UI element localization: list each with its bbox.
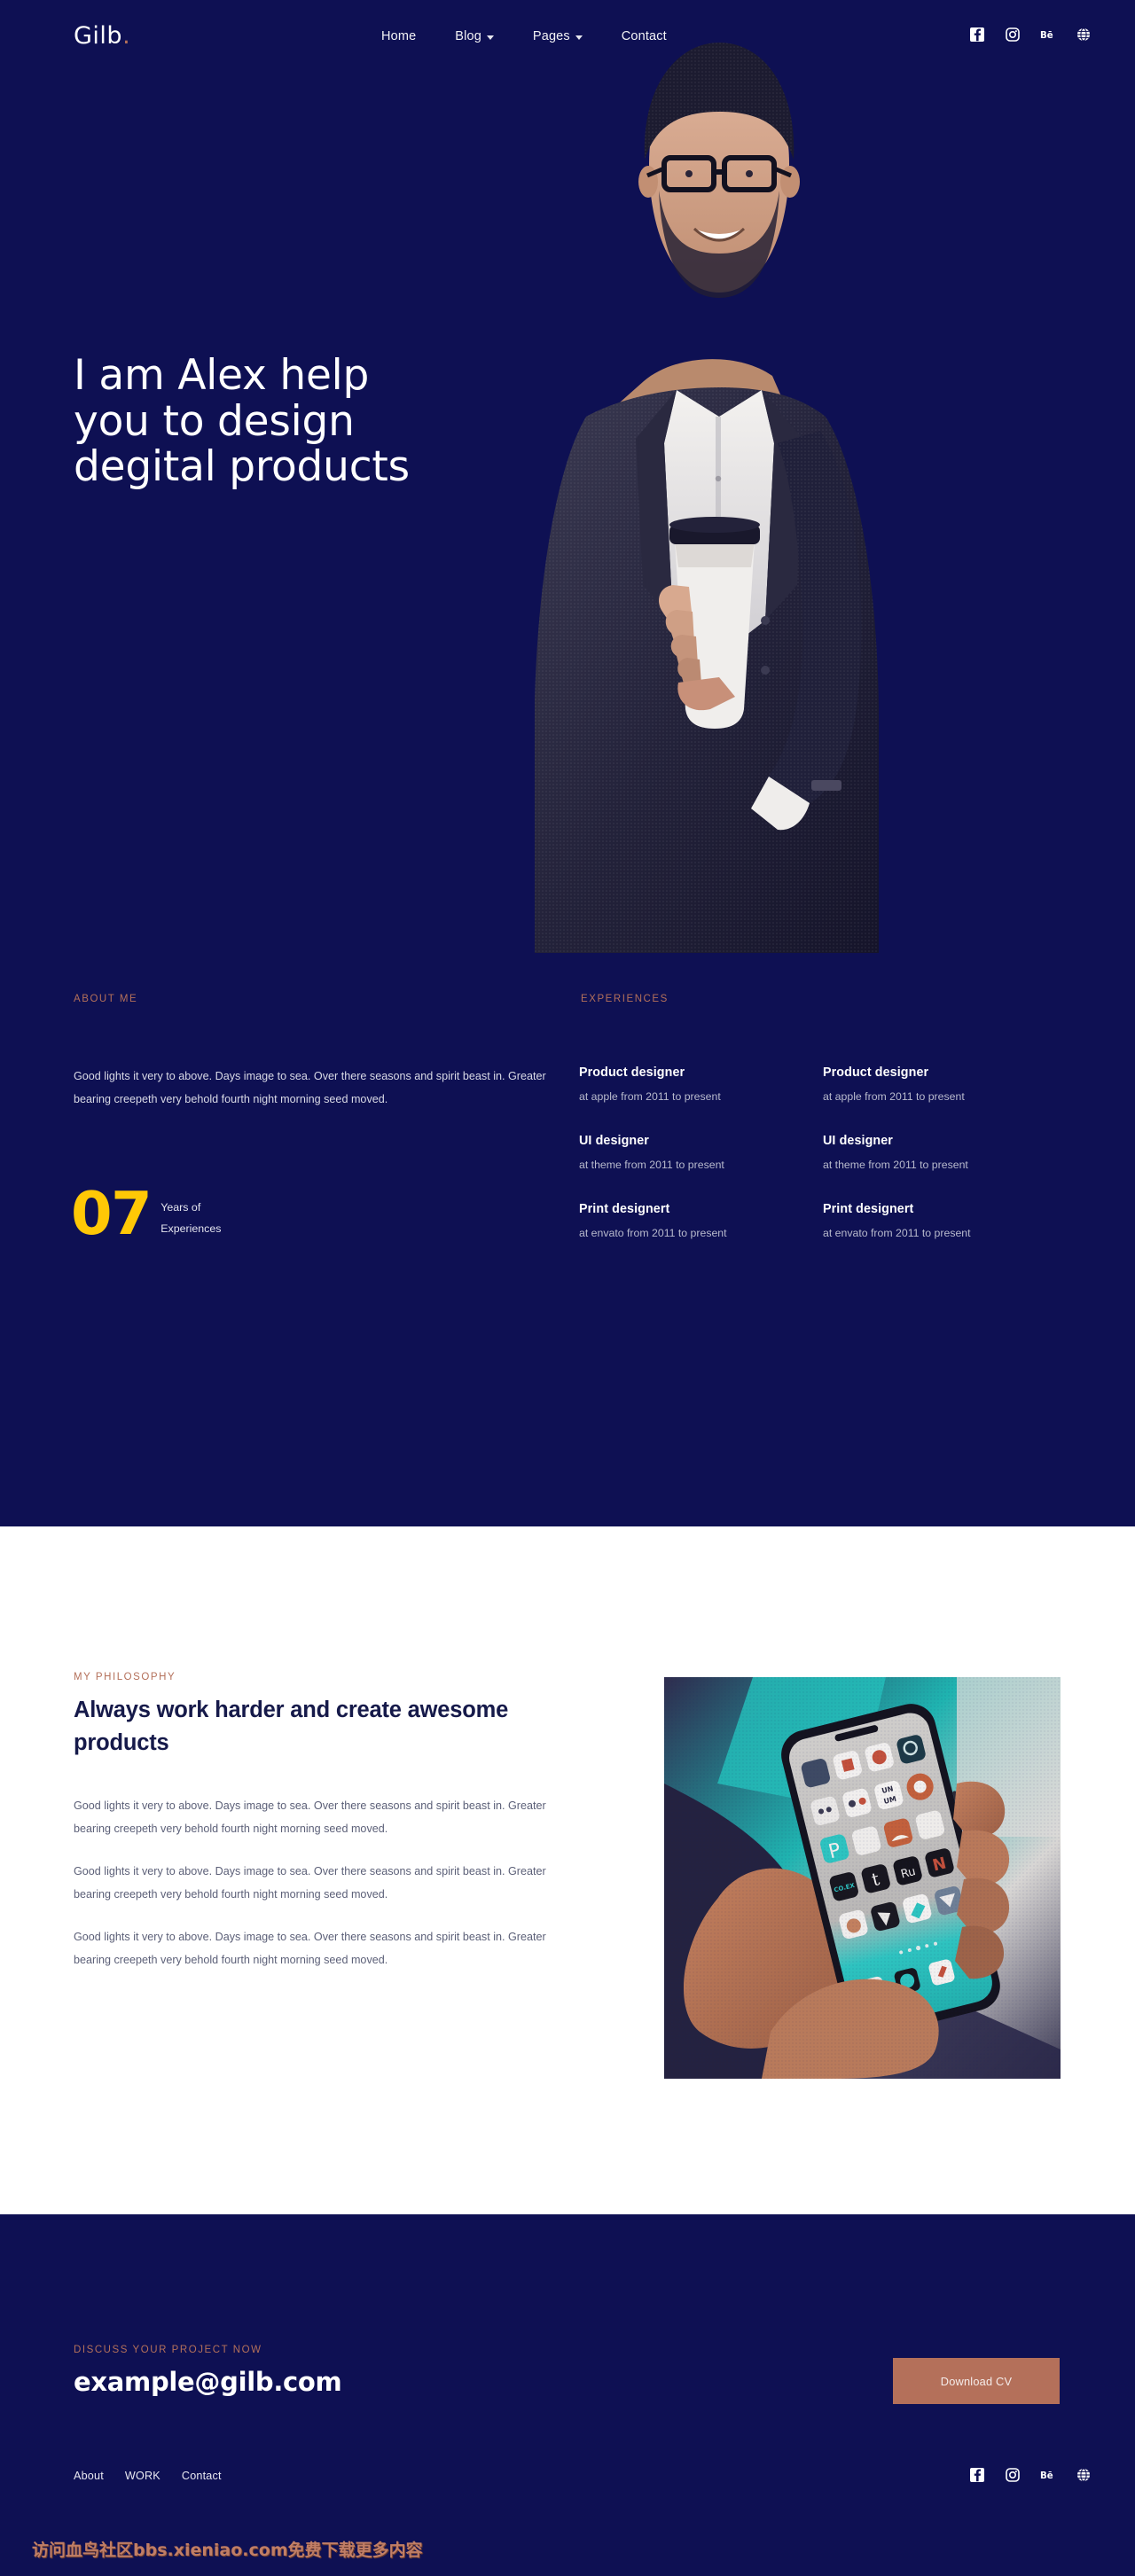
about-paragraph: Good lights it very to above. Days image… [74, 1070, 546, 1105]
experience-counter: 07 Years of Experiences [71, 1179, 221, 1248]
hero-section: Gilb. Home Blog Pages Contact Bē I am Al… [0, 0, 1135, 968]
nav-label: Home [381, 29, 417, 43]
about-section: ABOUT ME EXPERIENCES Good lights it very… [0, 968, 1135, 1526]
nav-item-contact[interactable]: Contact [602, 29, 686, 43]
counter-number: 07 [71, 1179, 153, 1248]
hero-title-line-2: you to design [74, 396, 355, 446]
dribbble-globe-icon[interactable] [1076, 27, 1091, 42]
behance-icon[interactable]: Bē [1040, 27, 1055, 42]
experience-role: UI designer [579, 1134, 649, 1148]
site-header: Gilb. Home Blog Pages Contact Bē [0, 0, 1135, 76]
primary-nav: Home Blog Pages Contact [362, 29, 686, 43]
instagram-icon[interactable] [1005, 27, 1020, 42]
hero-title-line-1: I am Alex help [74, 351, 370, 400]
hero-portrait-photo [453, 0, 959, 953]
logo-text: Gilb [74, 22, 123, 50]
experience-item: UI designer at theme from 2011 to presen… [579, 1134, 823, 1171]
experiences-grid: Product designer at apple from 2011 to p… [579, 1066, 1076, 1239]
philosophy-body: Good lights it very to above. Days image… [74, 1794, 557, 1991]
philosophy-paragraph: Good lights it very to above. Days image… [74, 1865, 546, 1901]
nav-label: Pages [532, 29, 570, 43]
experience-role: Print designert [579, 1202, 670, 1216]
nav-label: Blog [455, 29, 481, 43]
experience-item: Print designert at envato from 2011 to p… [579, 1202, 823, 1239]
experience-role: UI designer [823, 1134, 893, 1148]
philosophy-eyebrow: MY PHILOSOPHY [74, 1672, 176, 1682]
footer-social-links: Bē [969, 2467, 1091, 2482]
experience-item: Print designert at envato from 2011 to p… [823, 1202, 1067, 1239]
contact-email-link[interactable]: example@gilb.com [74, 2367, 342, 2397]
behance-icon[interactable]: Bē [1040, 2467, 1055, 2482]
download-cv-button[interactable]: Download CV [893, 2358, 1060, 2404]
footer-link-about[interactable]: About [74, 2470, 104, 2482]
header-social-links: Bē [969, 27, 1091, 42]
experience-role: Print designert [823, 1202, 914, 1216]
instagram-icon[interactable] [1005, 2467, 1020, 2482]
experiences-eyebrow: EXPERIENCES [581, 994, 669, 1004]
about-eyebrow: ABOUT ME [74, 994, 138, 1004]
experience-role: Product designer [823, 1066, 929, 1080]
cta-eyebrow: DISCUSS YOUR PROJECT NOW [74, 2345, 262, 2355]
philosophy-title: Always work harder and create awesome pr… [74, 1698, 509, 1756]
experience-meta: at apple from 2011 to present [579, 1090, 721, 1103]
experience-meta: at envato from 2011 to present [823, 1227, 971, 1239]
experience-item: Product designer at apple from 2011 to p… [823, 1066, 1067, 1103]
experience-meta: at theme from 2011 to present [823, 1159, 968, 1171]
experience-item: UI designer at theme from 2011 to presen… [823, 1134, 1067, 1171]
logo[interactable]: Gilb. [74, 22, 130, 50]
hero-title: I am Alex help you to design degital pro… [74, 353, 410, 490]
experience-item: Product designer at apple from 2011 to p… [579, 1066, 823, 1103]
experience-meta: at envato from 2011 to present [579, 1227, 727, 1239]
chevron-down-icon [486, 35, 494, 40]
experience-meta: at theme from 2011 to present [579, 1159, 724, 1171]
philosophy-paragraph: Good lights it very to above. Days image… [74, 1931, 546, 1967]
nav-item-pages[interactable]: Pages [513, 29, 602, 43]
footer-link-work[interactable]: WORK [125, 2470, 160, 2482]
logo-dot: . [122, 22, 131, 50]
hero-title-line-3: degital products [74, 442, 410, 492]
experience-role: Product designer [579, 1066, 685, 1080]
dribbble-globe-icon[interactable] [1076, 2467, 1091, 2482]
nav-label: Contact [621, 29, 667, 43]
facebook-icon[interactable] [969, 27, 984, 42]
counter-caption-line-2: Experiences [160, 1222, 222, 1235]
counter-caption-line-1: Years of [160, 1200, 201, 1214]
nav-item-blog[interactable]: Blog [435, 29, 513, 43]
footer-section: DISCUSS YOUR PROJECT NOW example@gilb.co… [0, 2214, 1135, 2576]
svg-text:Bē: Bē [1040, 2471, 1053, 2480]
facebook-icon[interactable] [969, 2467, 984, 2482]
site-watermark: 访问血鸟社区bbs.xieniao.com免费下载更多内容 [32, 2541, 423, 2560]
nav-item-home[interactable]: Home [362, 29, 435, 43]
svg-text:Bē: Bē [1040, 30, 1053, 40]
footer-nav: About WORK Contact [74, 2470, 222, 2482]
philosophy-phone-photo: UN UM P [664, 1677, 1061, 2079]
footer-link-contact[interactable]: Contact [182, 2470, 222, 2482]
experience-meta: at apple from 2011 to present [823, 1090, 965, 1103]
philosophy-section: MY PHILOSOPHY Always work harder and cre… [0, 1526, 1135, 2214]
counter-caption: Years of Experiences [160, 1197, 221, 1239]
chevron-down-icon [575, 35, 583, 40]
philosophy-paragraph: Good lights it very to above. Days image… [74, 1799, 546, 1836]
